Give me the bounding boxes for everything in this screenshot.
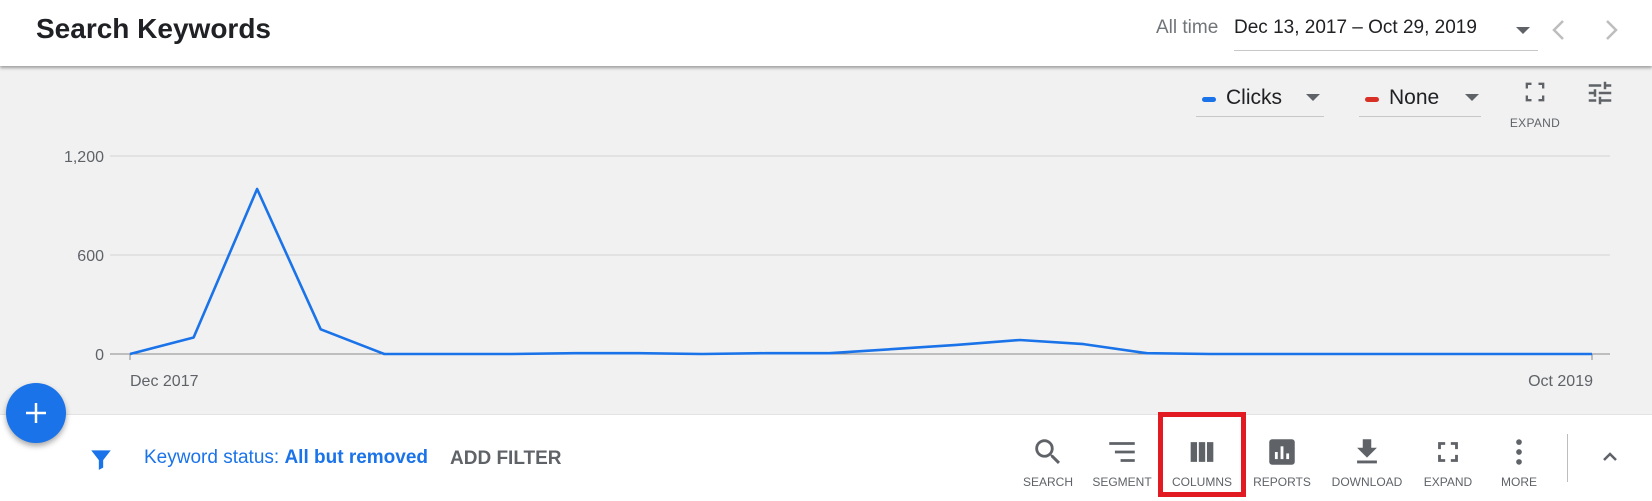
- download-icon: [1357, 439, 1377, 464]
- add-fab-button[interactable]: [6, 383, 66, 443]
- plus-icon: [26, 403, 46, 423]
- chevron-right-icon: [1606, 20, 1618, 40]
- reports-icon: [1269, 439, 1295, 465]
- date-range-label: All time: [1156, 17, 1219, 38]
- filter-toolbar: Keyword status: All but removed ADD FILT…: [0, 414, 1652, 501]
- search-button[interactable]: SEARCH: [1009, 435, 1087, 493]
- expand-table-button[interactable]: EXPAND: [1409, 435, 1487, 493]
- download-label: DOWNLOAD: [1331, 475, 1403, 489]
- columns-button[interactable]: COLUMNS: [1163, 435, 1241, 493]
- series-line-clicks: [129, 187, 1592, 356]
- search-label: SEARCH: [1022, 475, 1073, 489]
- segment-label: SEGMENT: [1092, 475, 1152, 489]
- columns-icon: [1190, 442, 1214, 462]
- more-label: MORE: [1501, 475, 1537, 489]
- filter-value: All but removed: [284, 447, 429, 468]
- x-axis-start-label: Dec 2017: [130, 373, 199, 390]
- download-button[interactable]: DOWNLOAD: [1328, 435, 1406, 493]
- expand-table-label: EXPAND: [1423, 475, 1473, 489]
- segment-icon: [1109, 442, 1135, 462]
- date-range-select[interactable]: Dec 13, 2017 – Oct 29, 2019: [1234, 10, 1538, 51]
- x-axis-end-label: Oct 2019: [1528, 373, 1593, 390]
- more-button[interactable]: MORE: [1480, 435, 1558, 493]
- keyword-status-filter-chip[interactable]: Keyword status: All but removed: [144, 447, 428, 469]
- y-tick-label: 1,200: [64, 149, 104, 166]
- collapse-chevron-up-icon[interactable]: [1598, 445, 1622, 469]
- chevron-left-icon: [1552, 20, 1564, 40]
- reports-label: REPORTS: [1253, 475, 1311, 489]
- chart-panel: Clicks None EXPAND 1,200 600 0 Dec 2017 Oct …: [0, 66, 1652, 414]
- chevron-down-icon: [1516, 27, 1530, 34]
- search-icon: [1035, 439, 1061, 465]
- y-tick-label: 0: [95, 347, 104, 364]
- clicks-line-chart: 1,200 600 0 Dec 2017 Oct 2019: [64, 149, 1610, 390]
- next-period-button[interactable]: [1598, 14, 1624, 46]
- reports-button[interactable]: REPORTS: [1243, 435, 1321, 493]
- filter-funnel-icon[interactable]: [88, 445, 114, 473]
- page-title: Search Keywords: [36, 13, 271, 44]
- filter-key: Keyword status:: [144, 447, 280, 468]
- page-header: Search Keywords All time Dec 13, 2017 – …: [0, 0, 1652, 66]
- more-vert-icon: [1516, 439, 1522, 465]
- fullscreen-icon: [1438, 442, 1458, 462]
- date-range-value: Dec 13, 2017 – Oct 29, 2019: [1234, 17, 1477, 38]
- previous-period-button[interactable]: [1546, 14, 1572, 46]
- toolbar-divider: [1567, 434, 1568, 482]
- add-filter-button[interactable]: ADD FILTER: [450, 448, 562, 470]
- y-tick-label: 600: [77, 248, 104, 265]
- segment-button[interactable]: SEGMENT: [1083, 435, 1161, 493]
- columns-label: COLUMNS: [1171, 475, 1232, 489]
